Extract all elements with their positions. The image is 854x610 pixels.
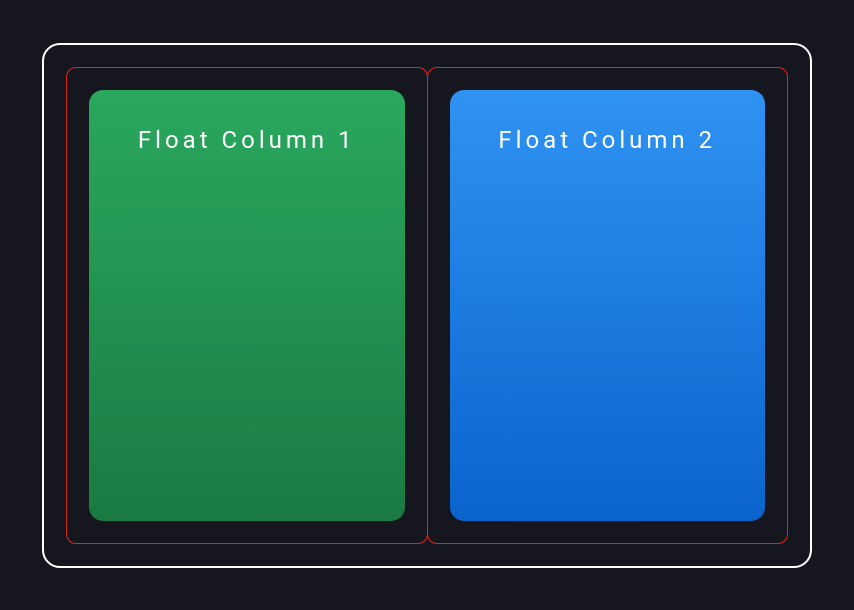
outer-container: Float Column 1 Float Column 2 [42, 43, 812, 568]
red-wrapper: Float Column 1 Float Column 2 [66, 67, 788, 544]
float-column-2: Float Column 2 [450, 90, 766, 521]
float-column-1: Float Column 1 [89, 90, 405, 521]
red-box-left: Float Column 1 [66, 67, 428, 544]
column-label: Float Column 2 [498, 126, 716, 154]
column-label: Float Column 1 [138, 126, 356, 154]
red-box-right: Float Column 2 [427, 67, 789, 544]
